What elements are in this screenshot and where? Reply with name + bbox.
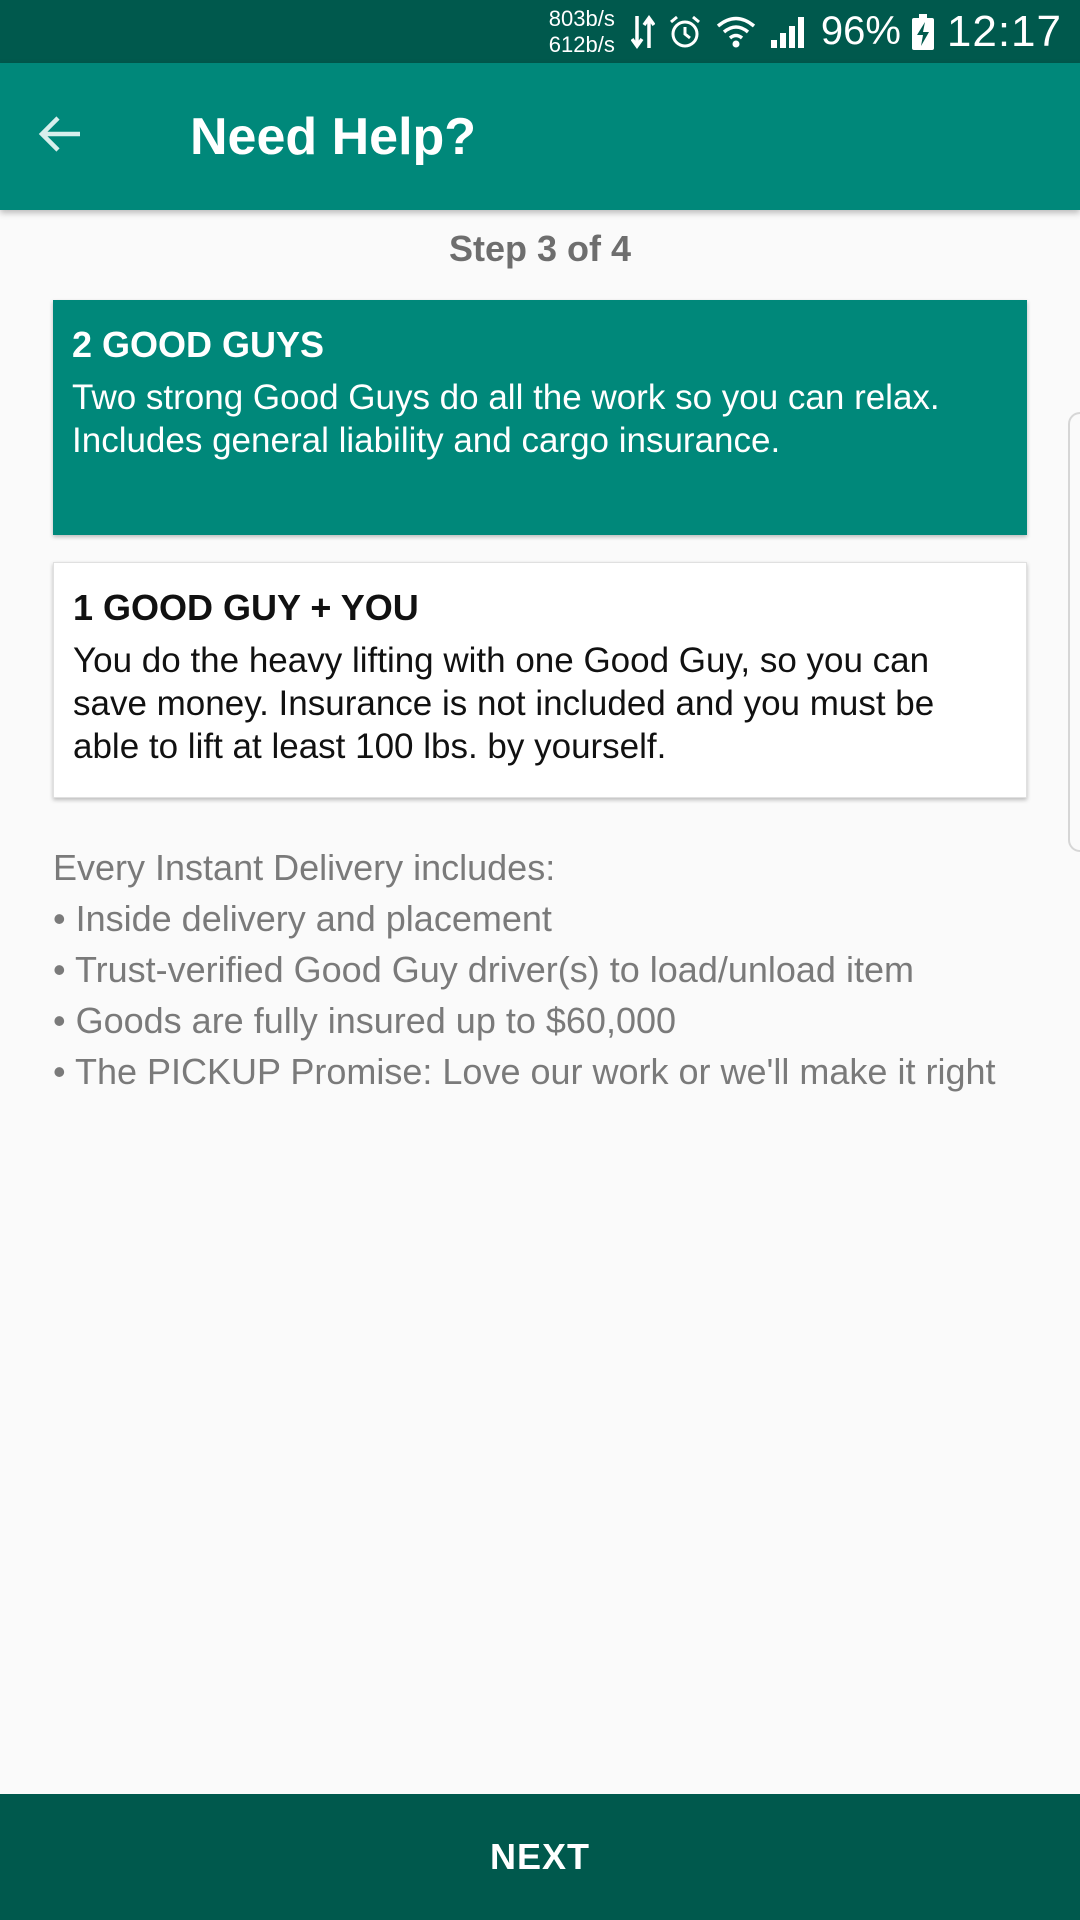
includes-item: • Inside delivery and placement [53,898,552,939]
option-description: Two strong Good Guys do all the work so … [72,378,940,460]
back-button[interactable] [0,63,120,210]
arrow-back-icon [38,114,82,159]
includes-heading: Every Instant Delivery includes: [53,847,556,888]
includes-item: • The PICKUP Promise: Love our work or w… [53,1051,996,1092]
net-down-speed: 803b/s [548,5,615,31]
signal-icon [769,14,809,50]
option-title: 1 GOOD GUY + YOU [73,587,419,628]
data-transfer-icon [630,14,655,50]
step-indicator: Step 3 of 4 [448,228,632,269]
net-up-speed: 612b/s [548,31,615,57]
includes-item: • Trust-verified Good Guy driver(s) to l… [53,949,914,990]
alarm-icon [667,14,703,50]
edge-panel-handle[interactable] [1068,412,1080,852]
clock: 12:17 [946,6,1062,56]
option-card-two-good-guys[interactable]: 2 GOOD GUYS Two strong Good Guys do all … [53,300,1027,535]
battery-percent: 96% [820,9,901,53]
includes-item: • Goods are fully insured up to $60,000 [53,1000,677,1041]
page-title: Need Help? [190,107,477,166]
battery-charging-icon [911,13,935,51]
status-bar: 803b/s 612b/s 96% 12:17 [0,0,1080,63]
network-speed: 803b/s 612b/s [549,6,615,58]
app-bar: Need Help? [0,63,1080,210]
option-card-one-good-guy-plus-you[interactable]: 1 GOOD GUY + YOU You do the heavy liftin… [53,562,1027,798]
next-button[interactable]: NEXT [0,1794,1080,1920]
wifi-icon [715,14,757,50]
includes-section: Every Instant Delivery includes: • Insid… [53,842,1043,1097]
option-description: You do the heavy lifting with one Good G… [73,641,935,766]
option-title: 2 GOOD GUYS [72,324,325,365]
